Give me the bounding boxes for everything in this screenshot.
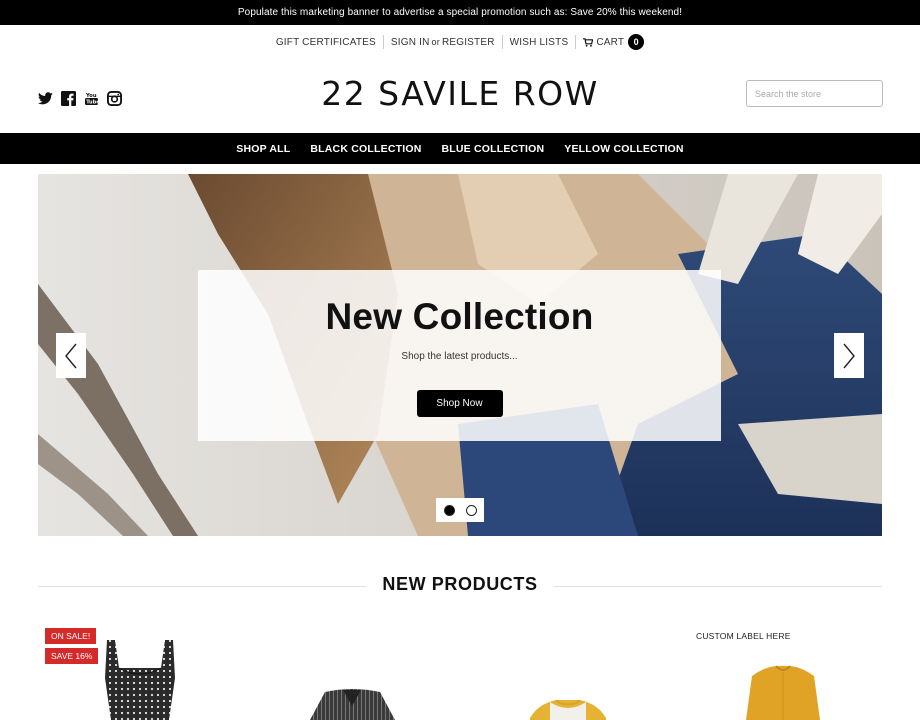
product-image-polka-dress[interactable] bbox=[95, 638, 185, 720]
nav-blue-collection[interactable]: BLUE COLLECTION bbox=[441, 143, 544, 155]
carousel-next-button[interactable] bbox=[834, 333, 864, 378]
chevron-left-icon bbox=[65, 343, 77, 368]
product-image-raglan-tee[interactable] bbox=[528, 698, 608, 720]
main-nav: SHOP ALL BLACK COLLECTION BLUE COLLECTIO… bbox=[0, 133, 920, 164]
wish-lists-link[interactable]: WISH LISTS bbox=[503, 37, 576, 48]
register-link[interactable]: REGISTER bbox=[442, 37, 495, 48]
hero-carousel: New Collection Shop the latest products.… bbox=[38, 174, 882, 536]
shop-now-button[interactable]: Shop Now bbox=[416, 390, 503, 417]
hero-title: New Collection bbox=[325, 296, 594, 337]
gift-certificates-link[interactable]: GIFT CERTIFICATES bbox=[269, 37, 383, 48]
cart-link[interactable]: CART 0 bbox=[576, 34, 651, 50]
utility-nav: GIFT CERTIFICATES SIGN IN or REGISTER WI… bbox=[0, 33, 920, 51]
sign-in-link[interactable]: SIGN IN bbox=[391, 37, 430, 48]
save-percent-badge: SAVE 16% bbox=[45, 648, 99, 664]
carousel-dot-2[interactable] bbox=[465, 504, 477, 516]
carousel-prev-button[interactable] bbox=[56, 333, 86, 378]
nav-shop-all[interactable]: SHOP ALL bbox=[236, 143, 290, 155]
nav-yellow-collection[interactable]: YELLOW COLLECTION bbox=[564, 143, 683, 155]
product-image-yellow-blouse[interactable] bbox=[738, 662, 828, 720]
hero-subtitle: Shop the latest products... bbox=[401, 351, 518, 362]
new-products-header: NEW PRODUCTS bbox=[38, 574, 882, 598]
or-text: or bbox=[431, 37, 440, 47]
hero-caption: New Collection Shop the latest products.… bbox=[198, 270, 721, 441]
custom-label: CUSTOM LABEL HERE bbox=[696, 631, 791, 641]
cart-icon bbox=[583, 37, 594, 47]
account-links: SIGN IN or REGISTER bbox=[384, 37, 502, 48]
on-sale-badge: ON SALE! bbox=[45, 628, 97, 644]
carousel-dot-1[interactable] bbox=[443, 504, 455, 516]
nav-black-collection[interactable]: BLACK COLLECTION bbox=[310, 143, 421, 155]
cart-label: CART bbox=[596, 36, 625, 48]
promo-banner: Populate this marketing banner to advert… bbox=[0, 0, 920, 25]
cart-count-badge: 0 bbox=[628, 34, 645, 50]
search-input[interactable] bbox=[746, 80, 883, 107]
section-title: NEW PRODUCTS bbox=[366, 574, 554, 594]
chevron-right-icon bbox=[843, 343, 855, 368]
product-image-blazer[interactable] bbox=[305, 688, 400, 720]
carousel-dots bbox=[436, 498, 484, 522]
